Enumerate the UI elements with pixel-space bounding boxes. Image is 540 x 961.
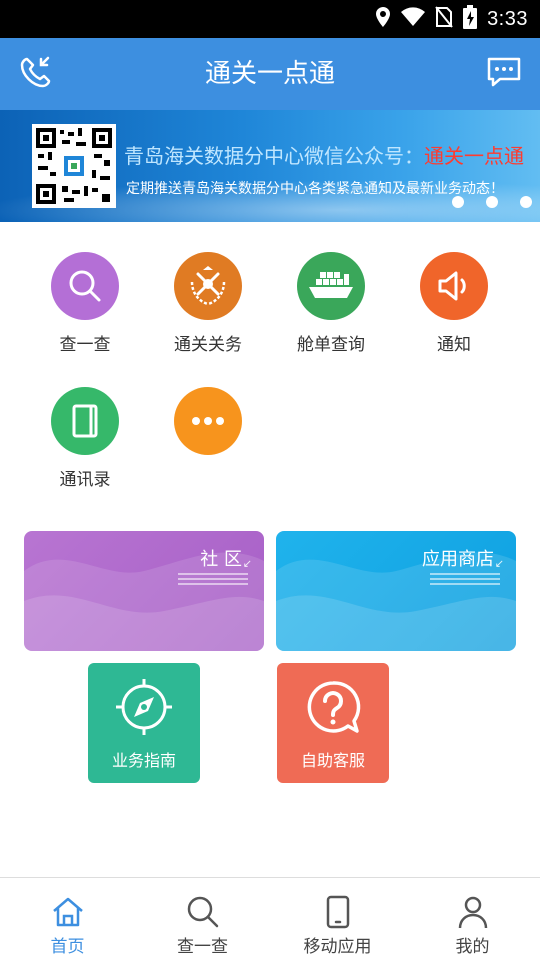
arrow-icon: ↙ bbox=[242, 557, 252, 570]
card-title: 社 区 bbox=[200, 549, 242, 570]
tile-label: 业务指南 bbox=[111, 751, 176, 770]
location-icon bbox=[375, 6, 391, 32]
grid-item-manifest[interactable]: 舱单查询 bbox=[276, 252, 386, 355]
phone-icon bbox=[270, 878, 405, 930]
grid-item-more[interactable] bbox=[153, 387, 263, 465]
tab-profile[interactable]: 我的 bbox=[405, 878, 540, 961]
page-title: 通关一点通 bbox=[204, 59, 335, 89]
more-icon bbox=[174, 387, 242, 455]
app-bar: 通关一点通 bbox=[0, 38, 540, 110]
tab-label: 我的 bbox=[455, 937, 490, 957]
customs-emblem-icon bbox=[174, 252, 242, 320]
bottom-tab-bar: 首页 查一查 移动应用 我的 bbox=[0, 877, 540, 960]
search-icon bbox=[135, 878, 270, 930]
battery-charging-icon bbox=[463, 5, 478, 33]
grid-item-contacts[interactable]: 通讯录 bbox=[30, 387, 140, 490]
home-icon bbox=[0, 878, 135, 930]
self-service-tile[interactable]: 自助客服 bbox=[277, 663, 389, 783]
grid-item-customs[interactable]: 通关关务 bbox=[153, 252, 263, 355]
help-icon bbox=[277, 677, 389, 737]
pagination-dot[interactable] bbox=[520, 196, 532, 208]
status-icons: 3:33 bbox=[375, 0, 528, 38]
grid-label: 舱单查询 bbox=[297, 335, 365, 355]
address-book-icon bbox=[51, 387, 119, 455]
promo-banner[interactable]: 青岛海关数据分中心微信公众号：通关一点通 定期推送青岛海关数据分中心各类紧急通知… bbox=[0, 110, 540, 222]
grid-label: 通关关务 bbox=[174, 335, 242, 355]
card-title: 应用商店 bbox=[422, 549, 494, 570]
community-card[interactable]: 社 区 ↙ bbox=[24, 531, 264, 651]
no-sim-icon bbox=[435, 6, 453, 32]
compass-icon bbox=[88, 677, 200, 737]
pagination-dot[interactable] bbox=[486, 196, 498, 208]
search-icon bbox=[51, 252, 119, 320]
tile-label: 自助客服 bbox=[300, 751, 365, 770]
grid-label: 通知 bbox=[437, 335, 471, 355]
banner-headline-highlight: 通关一点通 bbox=[424, 144, 524, 168]
cargo-ship-icon bbox=[297, 252, 365, 320]
grid-item-search[interactable]: 查一查 bbox=[30, 252, 140, 355]
grid-item-notice[interactable]: 通知 bbox=[399, 252, 509, 355]
messages-button[interactable] bbox=[482, 52, 526, 96]
status-bar: 3:33 bbox=[0, 0, 540, 38]
chat-bubble-icon bbox=[486, 54, 522, 94]
banner-headline: 青岛海关数据分中心微信公众号：通关一点通 bbox=[124, 140, 524, 169]
status-time: 3:33 bbox=[487, 7, 528, 30]
tab-label: 查一查 bbox=[177, 937, 228, 957]
banner-pagination bbox=[452, 196, 532, 208]
arrow-icon: ↙ bbox=[494, 557, 504, 570]
tab-search[interactable]: 查一查 bbox=[135, 878, 270, 961]
tab-home[interactable]: 首页 bbox=[0, 878, 135, 961]
card-underline bbox=[178, 573, 248, 588]
pagination-dot[interactable] bbox=[452, 196, 464, 208]
grid-label: 查一查 bbox=[59, 335, 111, 355]
user-icon bbox=[405, 878, 540, 930]
app-store-card[interactable]: 应用商店 ↙ bbox=[276, 531, 516, 651]
speaker-icon bbox=[420, 252, 488, 320]
card-underline bbox=[430, 573, 500, 588]
business-guide-tile[interactable]: 业务指南 bbox=[88, 663, 200, 783]
tab-mobile-apps[interactable]: 移动应用 bbox=[270, 878, 405, 961]
qr-code bbox=[32, 124, 116, 208]
tab-label: 首页 bbox=[50, 937, 85, 957]
grid-label: 通讯录 bbox=[59, 470, 111, 490]
tab-label: 移动应用 bbox=[303, 937, 372, 957]
wifi-icon bbox=[401, 7, 426, 31]
banner-headline-prefix: 青岛海关数据分中心微信公众号： bbox=[124, 144, 424, 168]
banner-subtitle: 定期推送青岛海关数据分中心各类紧急通知及最新业务动态！ bbox=[126, 181, 504, 197]
